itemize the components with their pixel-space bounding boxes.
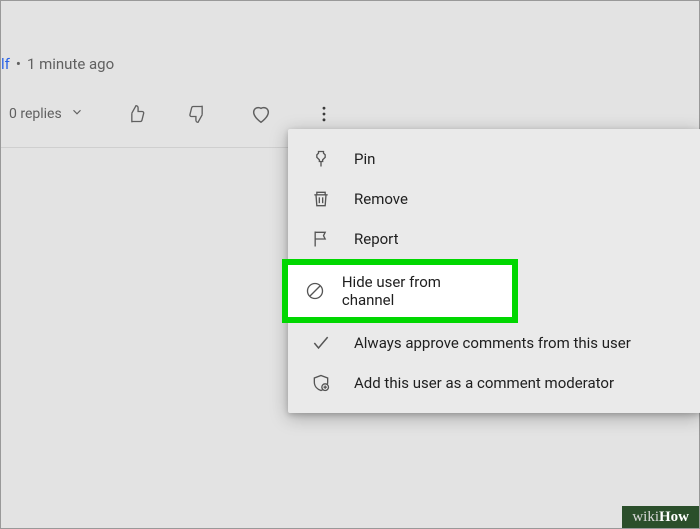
menu-report[interactable]: Report bbox=[288, 219, 700, 259]
replies-toggle[interactable]: 0 replies bbox=[9, 105, 84, 123]
separator-dot: • bbox=[16, 55, 21, 73]
menu-always-approve-label: Always approve comments from this user bbox=[354, 334, 631, 352]
menu-pin-label: Pin bbox=[354, 150, 375, 168]
more-options-icon[interactable] bbox=[314, 104, 334, 124]
chevron-down-icon bbox=[70, 105, 84, 123]
comment-block: lf • 1 minute ago 0 replies bbox=[1, 1, 699, 148]
watermark: wikiHow bbox=[622, 506, 699, 528]
context-menu: Pin Remove Report Hide user from channel… bbox=[288, 129, 700, 413]
menu-hide-user-label: Hide user from channel bbox=[342, 273, 496, 309]
replies-label: 0 replies bbox=[9, 106, 62, 122]
comment-actions: 0 replies bbox=[1, 103, 699, 125]
menu-report-label: Report bbox=[354, 230, 399, 248]
shield-add-icon bbox=[310, 373, 332, 393]
pin-icon bbox=[310, 149, 332, 169]
highlighted-option: Hide user from channel bbox=[282, 259, 518, 323]
username-link[interactable]: lf bbox=[1, 55, 10, 73]
heart-icon[interactable] bbox=[250, 103, 272, 125]
menu-add-moderator[interactable]: Add this user as a comment moderator bbox=[288, 363, 700, 403]
flag-icon bbox=[310, 229, 332, 249]
menu-always-approve[interactable]: Always approve comments from this user bbox=[288, 323, 700, 363]
thumbs-up-icon[interactable] bbox=[126, 104, 146, 124]
timestamp: 1 minute ago bbox=[27, 55, 114, 73]
check-icon bbox=[310, 333, 332, 353]
menu-pin[interactable]: Pin bbox=[288, 139, 700, 179]
comment-meta: lf • 1 minute ago bbox=[1, 55, 699, 73]
thumbs-down-icon[interactable] bbox=[188, 104, 208, 124]
menu-remove[interactable]: Remove bbox=[288, 179, 700, 219]
block-icon bbox=[304, 281, 326, 301]
menu-hide-user[interactable]: Hide user from channel bbox=[288, 265, 512, 317]
menu-add-moderator-label: Add this user as a comment moderator bbox=[354, 374, 614, 392]
trash-icon bbox=[310, 189, 332, 209]
watermark-part1: wiki bbox=[632, 509, 659, 525]
watermark-part2: How bbox=[659, 509, 689, 525]
menu-remove-label: Remove bbox=[354, 190, 408, 208]
